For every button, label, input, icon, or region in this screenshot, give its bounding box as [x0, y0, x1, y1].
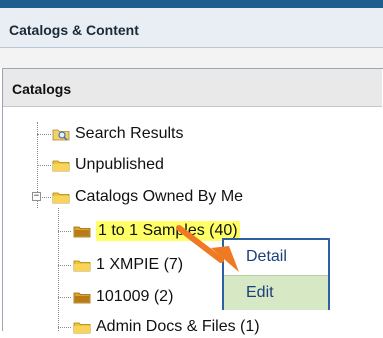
tree-item-unpublished[interactable]: Unpublished — [52, 154, 164, 176]
tree-item-label: Admin Docs & Files (1) — [96, 318, 260, 335]
tree-item-search-results[interactable]: Search Results — [52, 123, 184, 145]
collapse-toggle-icon[interactable]: − — [32, 192, 41, 201]
tree-item-label: Search Results — [75, 125, 184, 142]
context-menu-edit-label: Edit — [246, 284, 274, 301]
tree-item-label: 1 XMPIE (7) — [96, 256, 184, 273]
folder-icon — [52, 160, 70, 172]
shared-folder-icon — [73, 292, 91, 304]
tree-item-admin-docs[interactable]: Admin Docs & Files (1) — [73, 316, 260, 338]
folder-icon — [52, 192, 70, 204]
tree-item-label: Unpublished — [75, 156, 164, 173]
context-menu-edit[interactable]: Edit — [224, 275, 328, 310]
tree-item-label: 101009 (2) — [96, 288, 174, 305]
folder-icon — [73, 322, 91, 334]
shared-folder-icon — [73, 226, 91, 238]
context-menu-detail-label: Detail — [246, 248, 287, 265]
orange-arrow-icon — [176, 225, 239, 272]
tree-item-catalogs-owned[interactable]: Catalogs Owned By Me — [52, 186, 243, 208]
tree-item-label: Catalogs Owned By Me — [75, 188, 244, 205]
tree-item-101009[interactable]: 101009 (2) — [73, 286, 173, 308]
search-folder-icon — [52, 129, 70, 141]
folder-icon — [73, 260, 91, 272]
tree-item-1-xmpie[interactable]: 1 XMPIE (7) — [73, 254, 183, 276]
